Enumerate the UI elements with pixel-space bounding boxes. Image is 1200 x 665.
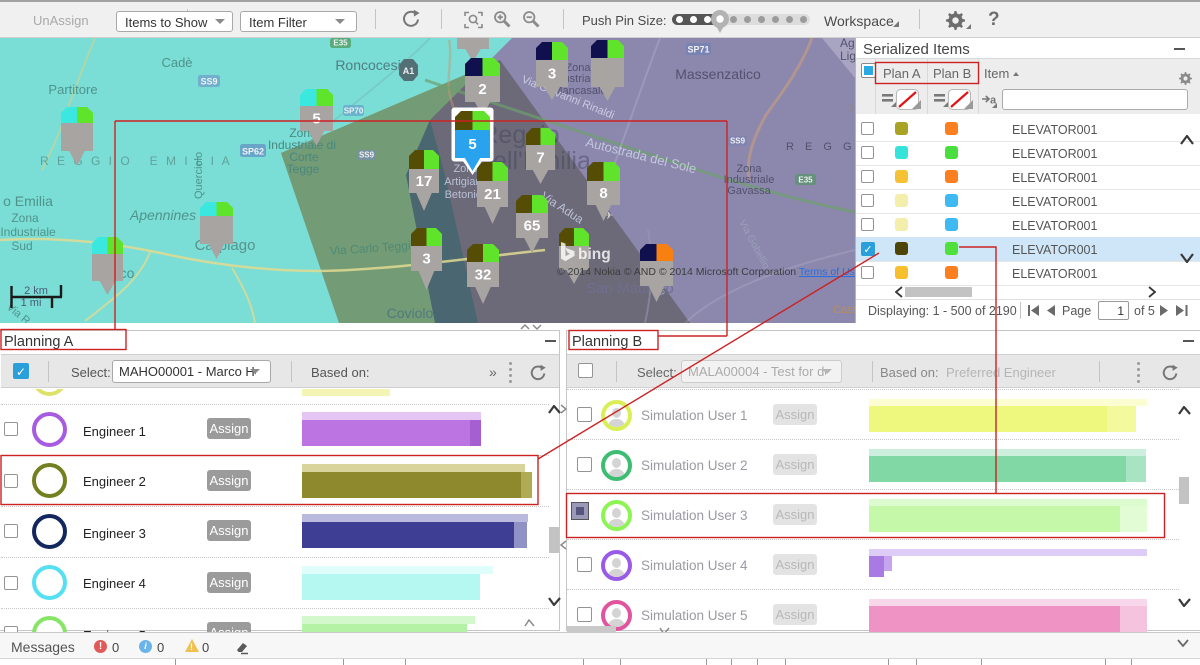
svg-text:SS9: SS9 — [730, 137, 746, 146]
svg-text:7: 7 — [536, 150, 544, 167]
svg-text:5: 5 — [312, 111, 320, 128]
svg-text:2 km: 2 km — [24, 285, 48, 297]
svg-text:Castellaz: Castellaz — [833, 304, 855, 316]
svg-text:Gavassa: Gavassa — [727, 185, 771, 197]
svg-text:o Emilia: o Emilia — [3, 193, 53, 209]
svg-text:65: 65 — [524, 218, 541, 235]
svg-text:Massenzatico: Massenzatico — [675, 66, 761, 82]
svg-text:E35: E35 — [333, 39, 348, 48]
svg-text:Roncocesi: Roncocesi — [335, 57, 400, 73]
svg-text:5: 5 — [468, 136, 476, 153]
svg-text:SS9: SS9 — [200, 77, 217, 87]
svg-text:SP70: SP70 — [344, 107, 364, 116]
svg-text:3: 3 — [422, 251, 430, 268]
svg-text:Zona: Zona — [11, 211, 39, 225]
svg-text:2: 2 — [478, 81, 486, 98]
svg-text:32: 32 — [475, 267, 492, 284]
svg-text:A1: A1 — [403, 66, 415, 76]
svg-text:© 2014 Nokia © AND © 2014 Micr: © 2014 Nokia © AND © 2014 Microsoft Corp… — [557, 266, 855, 278]
svg-text:Cadè: Cadè — [161, 55, 192, 70]
svg-text:SP62: SP62 — [242, 147, 264, 157]
svg-text:Coviolo: Coviolo — [387, 305, 434, 321]
svg-text:E35: E35 — [798, 176, 813, 185]
svg-text:bing: bing — [578, 246, 611, 263]
svg-text:Industriale: Industriale — [0, 225, 56, 239]
svg-text:17: 17 — [416, 173, 433, 190]
svg-text:Partitore: Partitore — [48, 82, 97, 97]
svg-text:Querciolo: Querciolo — [193, 152, 205, 199]
svg-text:21: 21 — [484, 186, 501, 203]
svg-text:Sud: Sud — [11, 239, 32, 253]
svg-text:1 mi: 1 mi — [21, 297, 42, 309]
svg-text:3: 3 — [548, 66, 556, 83]
svg-text:Apennines: Apennines — [129, 207, 196, 223]
svg-text:SS9: SS9 — [359, 151, 375, 160]
svg-text:R E G G: R E G G — [786, 141, 855, 153]
svg-text:SP71: SP71 — [687, 45, 709, 55]
svg-text:8: 8 — [599, 185, 607, 202]
svg-text:Ligab: Ligab — [840, 49, 855, 63]
svg-text:Tegge: Tegge — [287, 162, 320, 176]
